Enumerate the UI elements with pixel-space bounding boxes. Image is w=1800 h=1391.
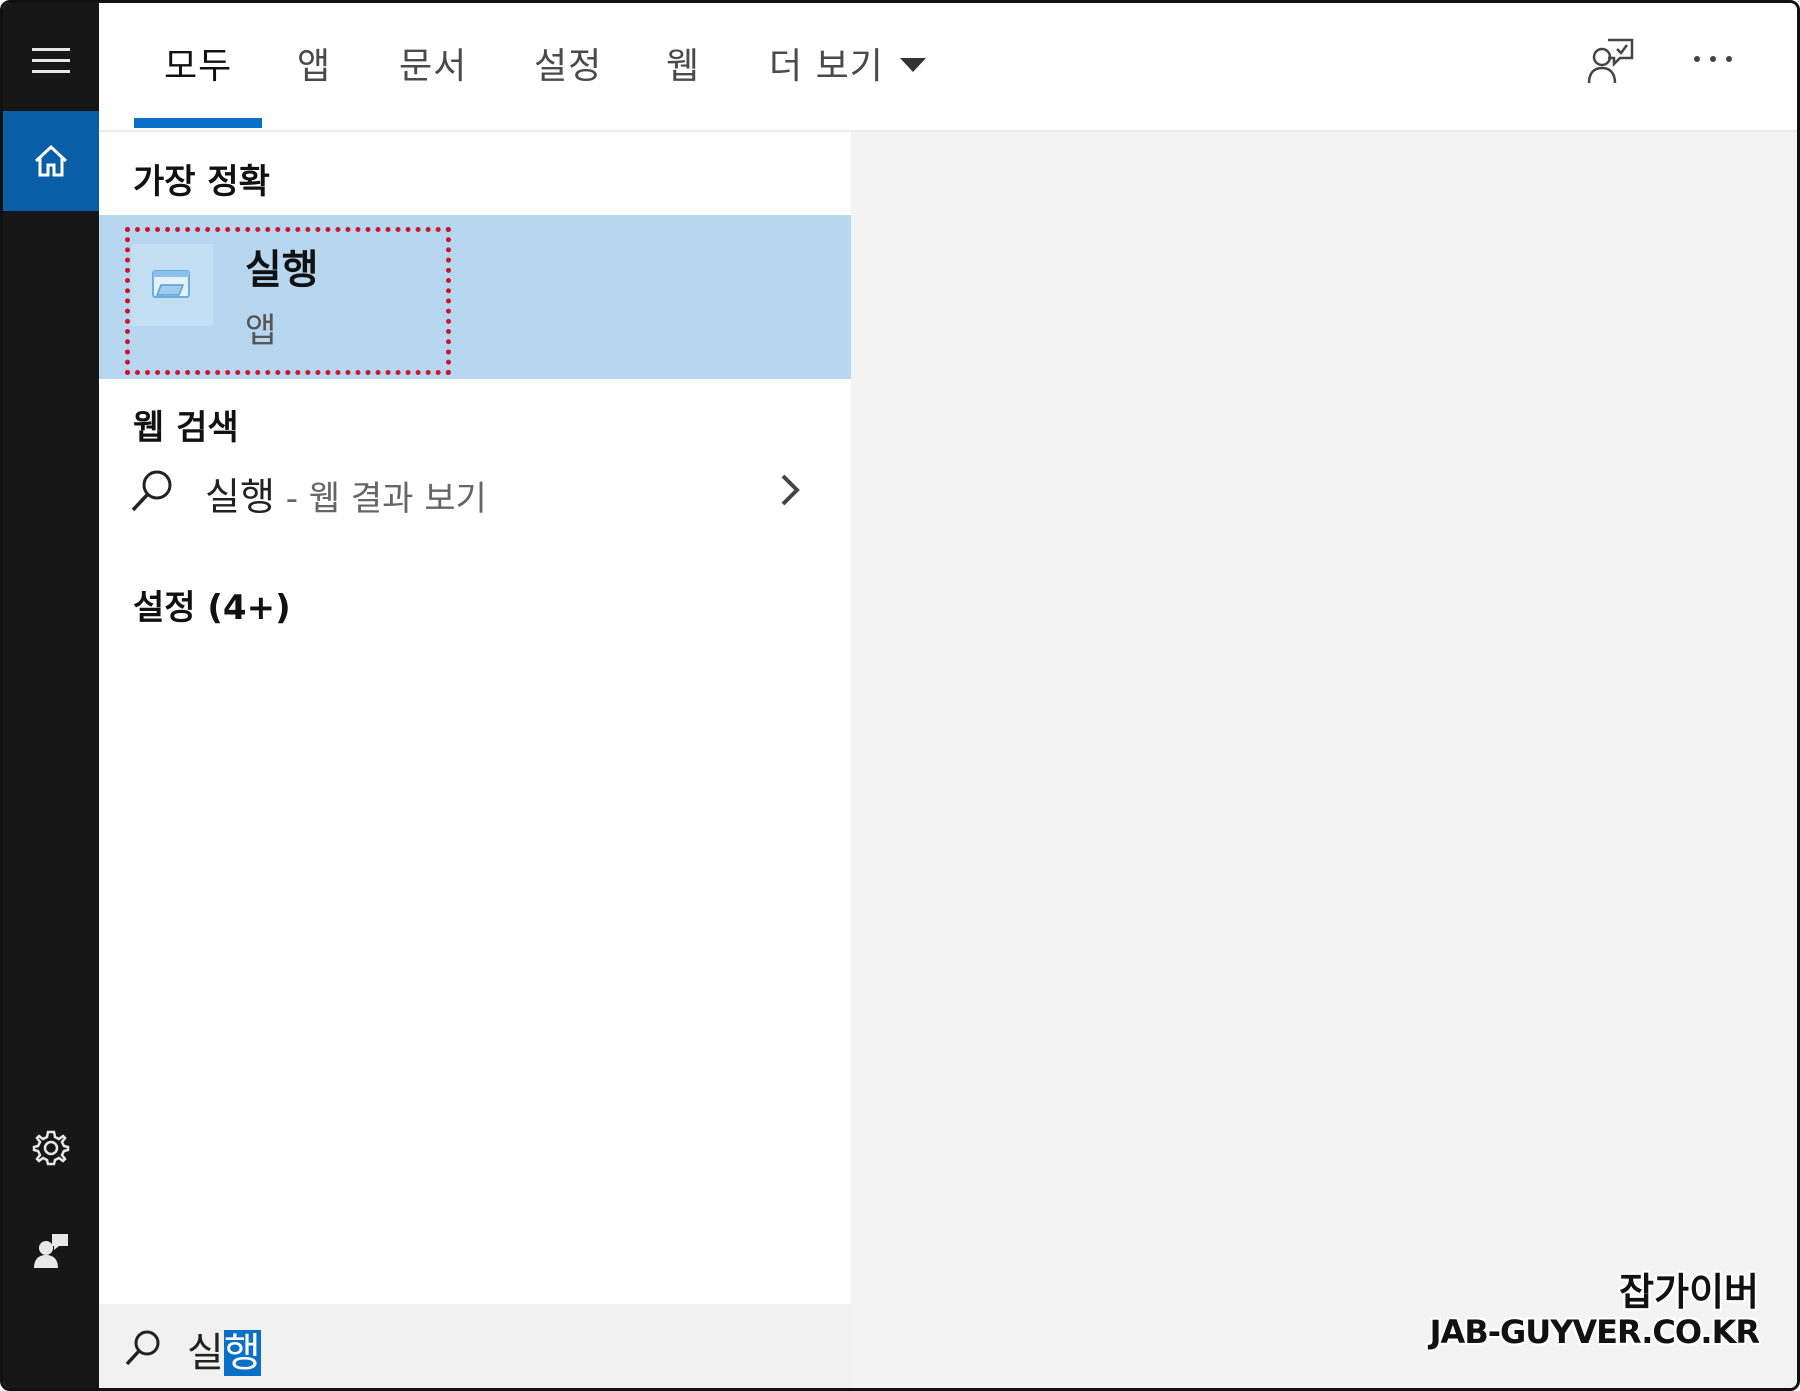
best-match-heading: 가장 정확 (133, 162, 270, 202)
highlight-annotation (125, 227, 451, 375)
more-options-icon[interactable] (1693, 55, 1733, 63)
search-typed-text: 실 (187, 1330, 224, 1376)
tab-documents[interactable]: 문서 (399, 37, 467, 89)
left-rail (3, 3, 99, 1388)
feedback-button[interactable] (3, 1201, 99, 1301)
home-button[interactable] (3, 111, 99, 211)
web-search-query: 실행 - 웹 결과 보기 (205, 466, 487, 521)
settings-button[interactable] (3, 1098, 99, 1198)
tab-web[interactable]: 웹 (666, 37, 700, 89)
feedback-icon (34, 1234, 68, 1268)
chevron-down-icon (899, 58, 926, 72)
web-search-result[interactable]: 실행 - 웹 결과 보기 (99, 452, 851, 532)
watermark-title: 잡가이버 (1619, 1270, 1759, 1314)
watermark-url: JAB-GUYVER.CO.KR (1429, 1313, 1760, 1351)
tab-apps[interactable]: 앱 (297, 37, 331, 89)
tab-bar: 모두 앱 문서 설정 웹 더 보기 (99, 3, 1797, 132)
search-box-icon (125, 1330, 160, 1366)
results-pane: 가장 정확 실행 앱 웹 검색 실행 - 웹 결과 보기 설정 (4+) (99, 132, 851, 1304)
search-input[interactable]: 실행 (187, 1320, 261, 1378)
preview-pane (851, 132, 1797, 1388)
search-box[interactable]: 실행 (99, 1304, 851, 1388)
search-selected-text: 행 (223, 1330, 261, 1376)
gear-icon (32, 1130, 70, 1166)
web-search-heading: 웹 검색 (133, 408, 239, 448)
active-tab-indicator (134, 118, 262, 128)
search-icon (131, 470, 172, 512)
chevron-right-icon (781, 474, 800, 506)
web-result-suffix: - 웹 결과 보기 (274, 479, 487, 519)
settings-heading[interactable]: 설정 (4+) (133, 580, 291, 629)
home-icon (34, 144, 68, 177)
search-window: 모두 앱 문서 설정 웹 더 보기 가장 정확 실행 앱 웹 검색 실행 - 웹… (0, 0, 1800, 1391)
hamburger-icon (32, 48, 70, 73)
tab-all[interactable]: 모두 (164, 37, 232, 89)
web-query-text: 실행 (205, 475, 275, 519)
tab-more-label: 더 보기 (769, 46, 884, 87)
tab-settings[interactable]: 설정 (534, 37, 602, 89)
hamburger-menu-button[interactable] (3, 11, 99, 111)
feedback-hub-icon[interactable] (1586, 37, 1634, 85)
tab-more[interactable]: 더 보기 (769, 37, 926, 89)
